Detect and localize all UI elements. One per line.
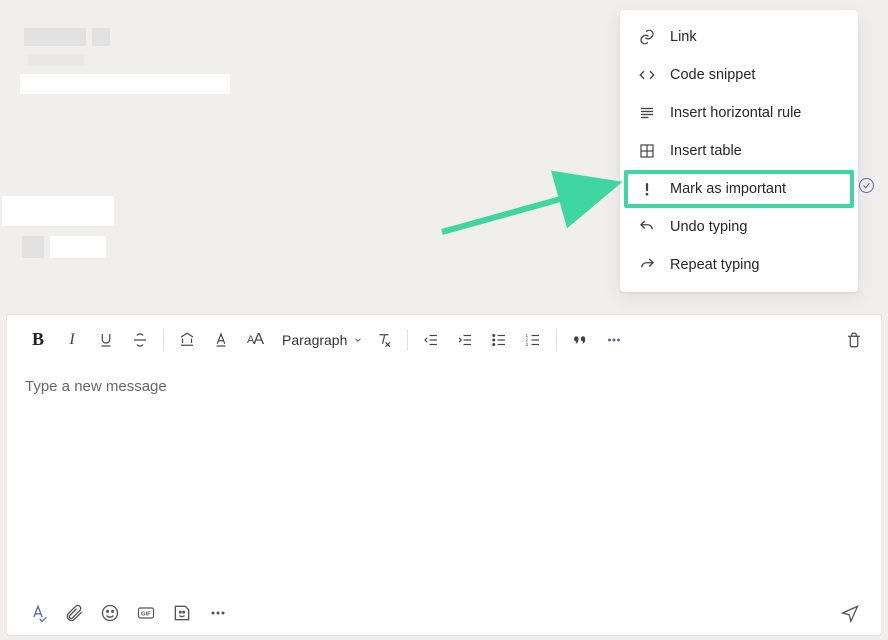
horizontal-rule-icon xyxy=(638,104,656,122)
bold-button[interactable]: B xyxy=(21,323,55,357)
attach-button[interactable] xyxy=(57,596,91,630)
separator xyxy=(163,329,164,351)
send-button[interactable] xyxy=(833,596,867,630)
italic-button[interactable]: I xyxy=(55,323,89,357)
menu-item-label: Link xyxy=(670,27,697,47)
menu-item-link[interactable]: Link xyxy=(620,18,858,56)
menu-item-undo[interactable]: Undo typing xyxy=(620,208,858,246)
chevron-down-icon xyxy=(353,335,363,345)
numbered-list-button[interactable]: 123 xyxy=(516,323,550,357)
strikethrough-button[interactable] xyxy=(123,323,157,357)
svg-text:GIF: GIF xyxy=(141,612,151,618)
format-more-menu: Link Code snippet Insert horizontal rule… xyxy=(620,10,858,292)
bullet-list-button[interactable] xyxy=(482,323,516,357)
bg-block xyxy=(28,54,84,66)
annotation-arrow xyxy=(436,170,626,240)
svg-text:3: 3 xyxy=(526,342,529,347)
bg-block xyxy=(24,28,86,46)
text-highlight-button[interactable] xyxy=(170,323,204,357)
gif-button[interactable]: GIF xyxy=(129,596,163,630)
bg-block xyxy=(2,196,114,226)
font-color-button[interactable] xyxy=(204,323,238,357)
paragraph-style-dropdown[interactable]: Paragraph xyxy=(272,332,367,348)
sticker-button[interactable] xyxy=(165,596,199,630)
clear-formatting-button[interactable] xyxy=(367,323,401,357)
message-composer: B I AA Paragraph xyxy=(6,314,882,636)
seen-check-icon xyxy=(859,178,874,193)
indent-button[interactable] xyxy=(448,323,482,357)
bg-block xyxy=(92,28,110,46)
bg-block xyxy=(50,236,106,258)
separator xyxy=(556,329,557,351)
format-button[interactable] xyxy=(21,596,55,630)
more-apps-button[interactable] xyxy=(201,596,235,630)
quote-button[interactable] xyxy=(563,323,597,357)
menu-item-label: Undo typing xyxy=(670,217,747,237)
table-icon xyxy=(638,142,656,160)
composer-bottom-bar: GIF xyxy=(7,591,881,635)
menu-item-code-snippet[interactable]: Code snippet xyxy=(620,56,858,94)
menu-item-label: Mark as important xyxy=(670,179,786,199)
menu-item-mark-important[interactable]: Mark as important xyxy=(624,170,854,208)
link-icon xyxy=(638,28,656,46)
separator xyxy=(407,329,408,351)
menu-item-label: Insert table xyxy=(670,141,742,161)
code-icon xyxy=(638,66,656,84)
important-icon xyxy=(638,180,656,198)
menu-item-label: Code snippet xyxy=(670,65,755,85)
emoji-button[interactable] xyxy=(93,596,127,630)
format-toolbar: B I AA Paragraph xyxy=(7,314,881,364)
outdent-button[interactable] xyxy=(414,323,448,357)
menu-item-label: Repeat typing xyxy=(670,255,759,275)
redo-icon xyxy=(638,256,656,274)
menu-item-insert-table[interactable]: Insert table xyxy=(620,132,858,170)
font-size-button[interactable]: AA xyxy=(238,323,272,357)
menu-item-label: Insert horizontal rule xyxy=(670,103,801,123)
message-input[interactable]: Type a new message xyxy=(7,364,881,591)
underline-button[interactable] xyxy=(89,323,123,357)
menu-item-horizontal-rule[interactable]: Insert horizontal rule xyxy=(620,94,858,132)
undo-icon xyxy=(638,218,656,236)
bg-block xyxy=(20,74,230,94)
paragraph-label: Paragraph xyxy=(282,332,347,348)
delete-button[interactable] xyxy=(837,323,871,357)
more-options-button[interactable] xyxy=(597,323,631,357)
menu-item-redo[interactable]: Repeat typing xyxy=(620,246,858,284)
bg-block xyxy=(22,236,44,258)
